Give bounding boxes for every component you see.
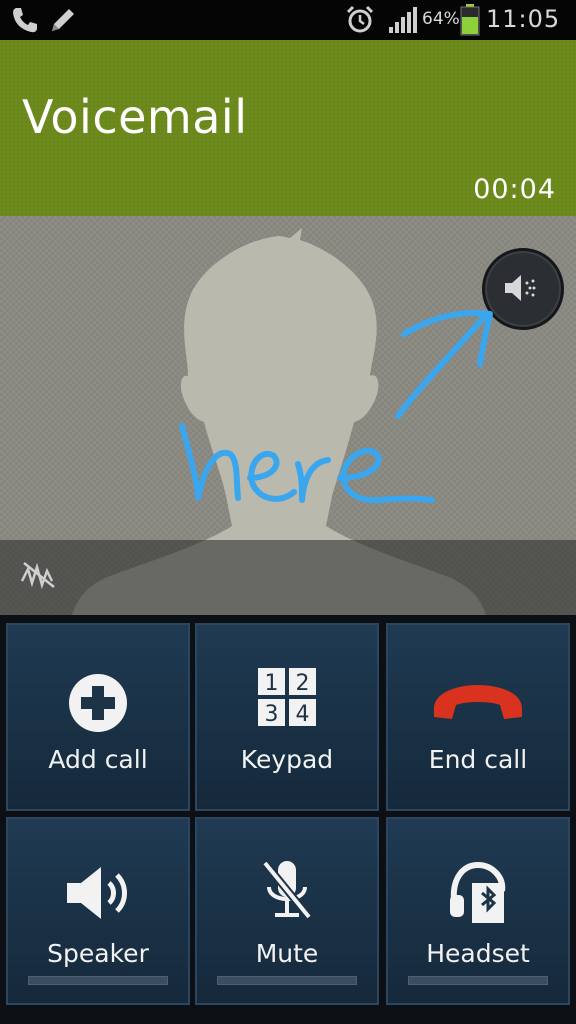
headset-label: Headset [426,939,530,968]
end-call-icon [434,685,522,719]
call-timer: 00:04 [473,174,556,205]
end-call-label: End call [428,745,528,774]
microphone-muted-icon [261,860,313,920]
keypad-digit-2: 2 [296,671,310,696]
battery-percentage: 64% [422,9,460,29]
keypad-digit-1: 1 [265,671,279,696]
phone-icon [13,8,37,33]
alarm-icon [346,5,374,33]
noise-reduction-icon[interactable] [20,559,58,591]
status-bar: 64% 11:05 [0,0,576,40]
add-circle-icon [69,674,127,732]
signal-icon [389,7,417,33]
mute-indicator [217,976,357,985]
speaker-icon [67,867,127,919]
keypad-button[interactable]: 1 2 3 4 Keypad [195,623,379,811]
pencil-icon [52,9,74,31]
keypad-label: Keypad [240,745,334,774]
add-call-button[interactable]: Add call [6,623,190,811]
add-call-label: Add call [48,745,148,774]
mute-button[interactable]: Mute [195,817,379,1005]
in-call-volume-button[interactable] [482,248,564,330]
keypad-digit-3: 3 [265,702,279,727]
clock: 11:05 [486,5,561,33]
caller-photo [0,216,576,615]
keypad-icon: 1 2 3 4 [258,668,316,727]
headset-button[interactable]: Headset [386,817,570,1005]
mute-label: Mute [255,939,319,968]
volume-icon [505,275,536,301]
photo-overlay-strip [0,540,576,615]
speaker-label: Speaker [47,939,149,968]
caller-name: Voicemail [22,90,248,144]
battery-icon [460,4,480,36]
keypad-digit-4: 4 [296,702,310,727]
headset-indicator [408,976,548,985]
speaker-indicator [28,976,168,985]
bluetooth-headset-icon [450,861,506,923]
speaker-button[interactable]: Speaker [6,817,190,1005]
in-call-controls: Add call 1 2 3 4 Keypad End call Speaker… [0,615,576,1024]
end-call-button[interactable]: End call [386,623,570,811]
